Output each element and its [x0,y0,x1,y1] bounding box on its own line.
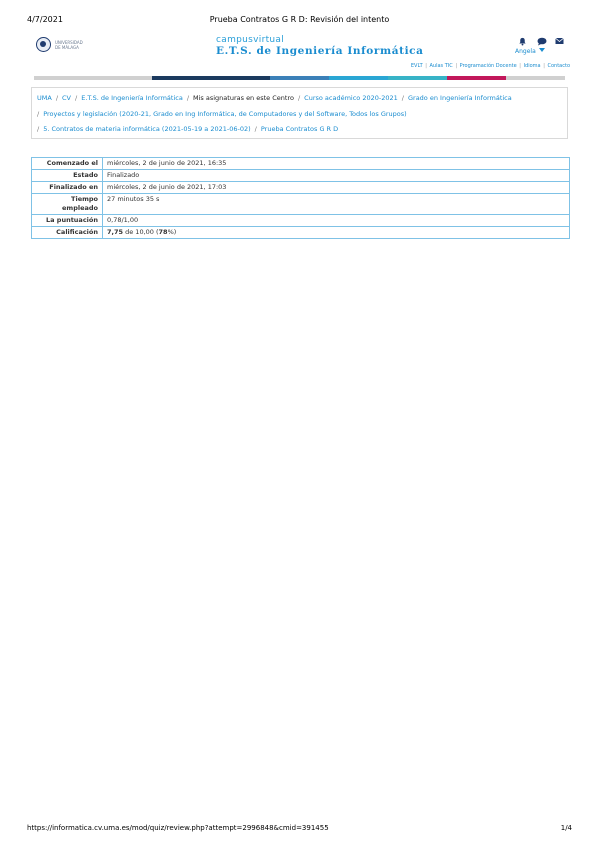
link-programacion-docente[interactable]: Programación Docente [460,63,517,69]
row-value: 27 minutos 35 s [102,193,570,215]
user-name: Angela [515,48,536,55]
breadcrumb-separator: / [55,94,59,102]
breadcrumb-separator: / [75,94,78,102]
color-bar-segment [329,76,388,80]
breadcrumb-item-mis-asignaturas: Mis asignaturas en este Centro [193,94,294,102]
separator: | [517,63,523,69]
color-bar-segment [93,76,152,80]
row-value: miércoles, 2 de junio de 2021, 17:03 [102,181,570,194]
grade-score: 7,75 [107,228,124,236]
breadcrumb-item-uma[interactable]: UMA [37,94,52,102]
university-logo[interactable]: UNIVERSIDAD DE MÁLAGA [36,37,96,53]
print-url: https://informatica.cv.uma.es/mod/quiz/r… [27,824,329,832]
grade-end: %) [167,228,177,236]
breadcrumb-item-grado[interactable]: Grado en Ingeniería Informática [408,94,512,102]
logo-text: UNIVERSIDAD DE MÁLAGA [55,40,83,50]
breadcrumb-line-2: / Proyectos y legislación (2020-21, Grado… [37,110,407,118]
breadcrumb: UMA / CV / E.T.S. de Ingeniería Informática /… [31,87,568,139]
separator: | [423,63,429,69]
row-label: Comenzado el [31,157,103,170]
row-value: 7,75 de 10,00 (78%) [102,226,570,239]
chat-icon[interactable] [537,37,547,46]
row-label: Estado [31,169,103,182]
print-header: 4/7/2021 Prueba Contratos G R D: Revisió… [27,15,572,25]
site-title-line2: E.T.S. de Ingeniería Informática [216,45,424,57]
color-bar [34,76,565,80]
color-bar-segment [152,76,211,80]
caret-down-icon [538,48,545,52]
top-links: EVLT | Aulas TIC | Programación Docente … [411,63,570,69]
breadcrumb-separator: / [37,125,40,133]
link-idioma[interactable]: Idioma [524,63,541,69]
breadcrumb-item-curso[interactable]: Curso académico 2020-2021 [304,94,398,102]
row-label-line2: empleado [62,204,98,212]
university-seal-icon [36,37,51,52]
link-contacto[interactable]: Contacto [547,63,570,69]
breadcrumb-separator: / [186,94,190,102]
row-value: miércoles, 2 de junio de 2021, 16:35 [102,157,570,170]
breadcrumb-item-tema[interactable]: 5. Contratos de materia informática (202… [43,125,250,133]
breadcrumb-line-3: /5. Contratos de materia informática (20… [37,125,338,133]
site-title-line1: campusvirtual [216,35,285,45]
breadcrumb-item-asignatura[interactable]: Proyectos y legislación (2020-21, Grado … [43,110,406,118]
color-bar-segment [506,76,565,80]
user-menu[interactable]: Angela [515,48,545,55]
site-title[interactable]: campusvirtual E.T.S. de Ingeniería Infor… [216,35,424,57]
row-label-line1: Tiempo [71,195,98,203]
table-row: Estado Finalizado [31,169,570,182]
breadcrumb-item-prueba[interactable]: Prueba Contratos G R D [261,125,338,133]
print-title: Prueba Contratos G R D: Revisión del int… [209,15,390,24]
row-label: Tiempo empleado [31,193,103,215]
separator: | [541,63,547,69]
breadcrumb-separator: / [254,125,257,133]
breadcrumb-separator: / [401,94,404,102]
bell-icon[interactable] [518,37,527,46]
color-bar-segment [270,76,329,80]
color-bar-segment [388,76,447,80]
table-row: Finalizado en miércoles, 2 de junio de 2… [31,181,570,194]
breadcrumb-separator: / [297,94,301,102]
grade-percent: 78 [158,228,168,236]
mail-icon[interactable] [555,37,564,45]
grade-mid: de 10,00 ( [123,228,159,236]
breadcrumb-item-cv[interactable]: CV [62,94,71,102]
row-value: 0,78/1,00 [102,214,570,227]
table-row: Comenzado el miércoles, 2 de junio de 20… [31,157,570,170]
link-aulas-tic[interactable]: Aulas TIC [430,63,453,69]
row-label: La puntuación [31,214,103,227]
breadcrumb-separator: / [37,110,40,118]
color-bar-segment [211,76,270,80]
color-bar-segment [447,76,506,80]
attempt-summary-table: Comenzado el miércoles, 2 de junio de 20… [31,157,570,239]
header-icons [517,37,565,47]
table-row: Calificación 7,75 de 10,00 (78%) [31,226,570,239]
row-label: Finalizado en [31,181,103,194]
breadcrumb-line-1: UMA / CV / E.T.S. de Ingeniería Informática /… [37,94,512,102]
table-row: Tiempo empleado 27 minutos 35 s [31,193,570,215]
link-evlt[interactable]: EVLT [411,63,423,69]
print-page-number: 1/4 [560,824,572,832]
row-label: Calificación [31,226,103,239]
breadcrumb-item-etsi[interactable]: E.T.S. de Ingeniería Informática [81,94,183,102]
separator: | [453,63,459,69]
table-row: La puntuación 0,78/1,00 [31,214,570,227]
row-value: Finalizado [102,169,570,182]
color-bar-segment [34,76,93,80]
logo-text-line2: DE MÁLAGA [55,45,79,50]
